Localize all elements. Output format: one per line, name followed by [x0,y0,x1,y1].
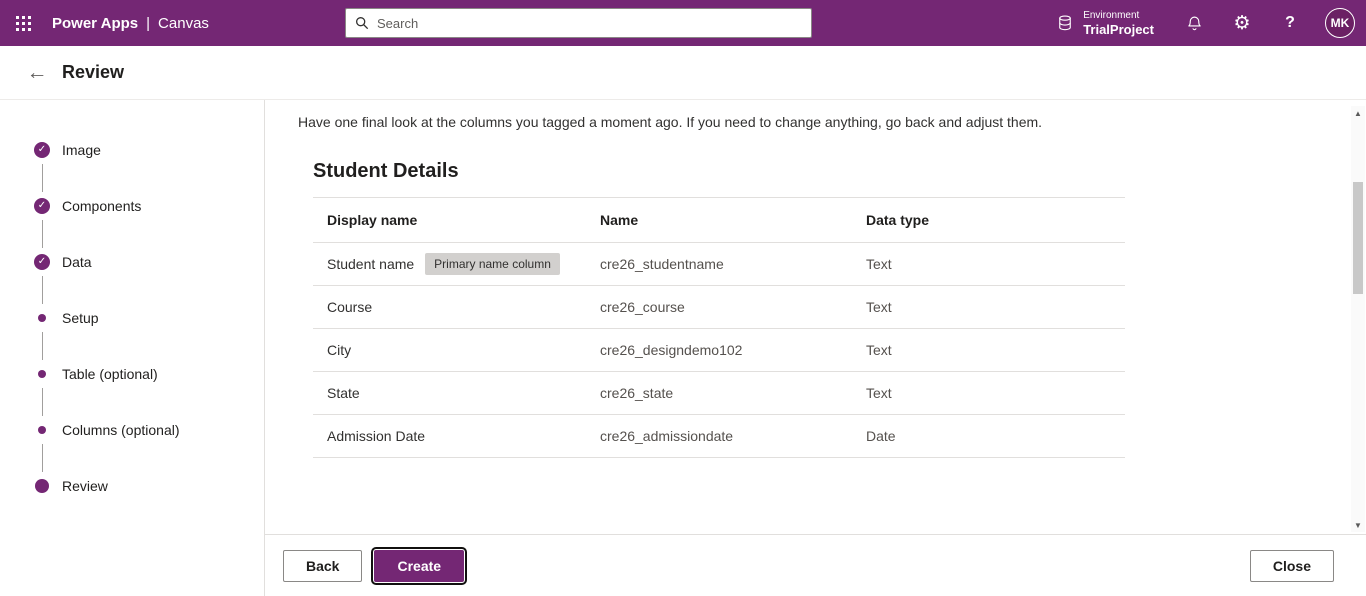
table-row: City cre26_designdemo102 Text [313,329,1125,372]
cell-data-type: Text [866,385,892,401]
table-row: Course cre26_course Text [313,286,1125,329]
sidebar-step-review[interactable]: Review [34,476,264,496]
sidebar-step-data[interactable]: ✓ Data [34,252,264,272]
help-button[interactable]: ? [1266,0,1314,46]
search-icon [356,17,369,30]
display-name-text: Student name [327,256,415,272]
step-label: Review [62,478,108,494]
help-icon: ? [1285,14,1295,31]
settings-button[interactable]: ⚙ [1218,0,1266,46]
app-launcher-button[interactable] [0,0,46,46]
app-title-group: Power Apps | Canvas [52,15,209,32]
back-arrow-button[interactable]: ← [18,62,56,83]
step-label: Columns (optional) [62,422,180,438]
cell-data-type: Text [866,256,892,272]
step-pending-icon [34,422,50,438]
cell-name: cre26_state [600,385,674,401]
review-content: Have one final look at the columns you t… [265,100,1366,534]
environment-picker[interactable]: Environment TrialProject [1040,0,1170,46]
step-label: Setup [62,310,99,326]
avatar[interactable]: MK [1325,8,1355,38]
page-body: ✓ Image ✓ Components ✓ Data Setup Table … [0,100,1366,596]
create-button[interactable]: Create [371,546,468,585]
close-button[interactable]: Close [1249,549,1334,582]
cell-name: cre26_studentname [600,256,724,272]
app-title[interactable]: Power Apps [52,15,138,32]
cell-name: cre26_course [600,299,685,315]
power-apps-window: Power Apps | Canvas Environment TrialPro [0,0,1366,596]
cell-name: cre26_designdemo102 [600,342,743,358]
cell-display-name: Student name Primary name column [313,253,586,275]
review-intro-text: Have one final look at the columns you t… [298,114,1043,130]
page-title: Review [62,62,125,82]
title-separator: | [146,14,151,32]
header-data-type: Data type [866,212,930,228]
top-app-bar: Power Apps | Canvas Environment TrialPro [0,0,1366,46]
step-connector [42,388,43,416]
header-display-name: Display name [327,212,418,228]
step-connector [42,276,43,304]
step-label: Components [62,198,142,214]
notifications-button[interactable] [1170,0,1218,46]
step-pending-icon [34,366,50,382]
sidebar-step-setup[interactable]: Setup [34,308,264,328]
table-row: Admission Date cre26_admissiondate Date [313,415,1125,458]
vertical-scrollbar[interactable]: ▲ ▼ [1351,106,1365,532]
back-arrow-icon: ← [26,61,48,84]
sidebar-step-table[interactable]: Table (optional) [34,364,264,384]
table-row: Student name Primary name column cre26_s… [313,243,1125,286]
app-subtitle: Canvas [158,14,209,32]
environment-label: Environment [1083,9,1140,21]
step-connector [42,332,43,360]
table-row: State cre26_state Text [313,372,1125,415]
cell-name: cre26_admissiondate [600,428,734,444]
step-complete-icon: ✓ [34,198,50,214]
sidebar-step-components[interactable]: ✓ Components [34,196,264,216]
step-label: Table (optional) [62,366,158,382]
environment-name: TrialProject [1083,21,1154,37]
wizard-footer: Back Create Close [265,534,1366,596]
gear-icon: ⚙ [1233,12,1251,34]
search-box[interactable] [345,8,812,38]
sidebar-step-image[interactable]: ✓ Image [34,140,264,160]
cell-display-name: State [327,385,360,401]
table-header-row: Display name Name Data type [313,197,1125,243]
step-label: Data [62,254,92,270]
cell-data-type: Date [866,428,896,444]
page-header: ← Review [0,46,1366,100]
cell-data-type: Text [866,342,892,358]
step-pending-icon [34,310,50,326]
topbar-actions: Environment TrialProject ⚙ ? MK [1040,0,1366,46]
cell-display-name: Admission Date [327,428,426,444]
primary-name-badge: Primary name column [425,253,560,275]
step-current-icon [34,478,50,494]
step-connector [42,164,43,192]
cell-display-name: City [327,342,352,358]
environment-text: Environment TrialProject [1083,10,1154,37]
scroll-down-arrow[interactable]: ▼ [1351,518,1365,532]
scroll-up-arrow[interactable]: ▲ [1351,106,1365,120]
columns-review-table: Display name Name Data type Student name… [313,197,1125,458]
scroll-thumb[interactable] [1353,182,1363,294]
step-complete-icon: ✓ [34,142,50,158]
back-button[interactable]: Back [283,549,363,582]
wizard-steps-sidebar: ✓ Image ✓ Components ✓ Data Setup Table … [0,100,265,596]
step-connector [42,220,43,248]
waffle-icon [15,15,31,31]
environment-icon [1059,15,1071,31]
search-input[interactable] [377,15,802,31]
main-panel: Have one final look at the columns you t… [265,100,1366,596]
sidebar-step-columns[interactable]: Columns (optional) [34,420,264,440]
table-section-title: Student Details [313,160,459,182]
step-connector [42,444,43,472]
step-complete-icon: ✓ [34,254,50,270]
cell-data-type: Text [866,299,892,315]
step-label: Image [62,142,101,158]
cell-display-name: Course [327,299,373,315]
avatar-initials: MK [1330,16,1350,30]
header-name: Name [600,212,639,228]
bell-icon [1187,16,1201,30]
scroll-track[interactable] [1351,120,1365,518]
